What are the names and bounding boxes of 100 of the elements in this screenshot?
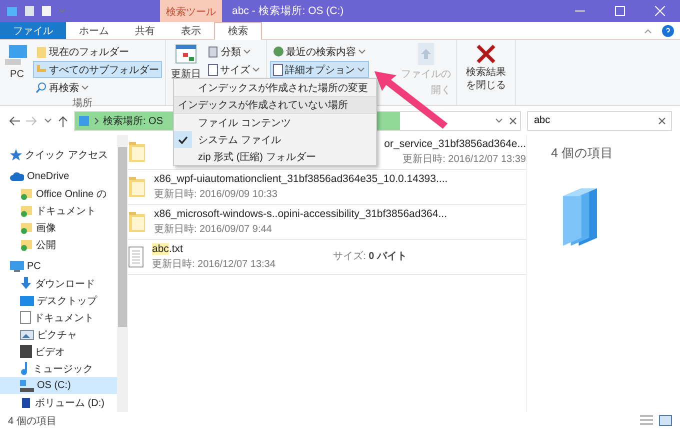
recent-locations-icon (44, 118, 52, 124)
large-icons-view-icon (659, 415, 672, 426)
file-name[interactable]: x86_microsoft-windows-s..opini-accessibility_31bf3856ad364... (154, 208, 447, 220)
window-icon (6, 5, 18, 17)
close-search-button[interactable]: 検索結果を閉じる (460, 43, 512, 105)
caret-icon (243, 48, 251, 54)
new-folder-icon (41, 5, 52, 17)
pc-button[interactable]: PC (3, 43, 31, 96)
folder-icon (128, 141, 146, 163)
folder-icon (128, 176, 146, 198)
nav-item[interactable]: デスクトップ (0, 292, 117, 309)
file-name[interactable]: or_service_31bf3856ad364e... (384, 138, 526, 150)
ribbon-tab[interactable]: ホーム (66, 22, 122, 39)
synced-folder-icon (20, 204, 33, 217)
dropdown-icon (495, 118, 503, 124)
breadcrumb-chevron-icon (94, 116, 99, 124)
size-button[interactable]: サイズ (205, 61, 263, 78)
nav-item[interactable]: ドキュメント (0, 202, 117, 219)
back-icon (8, 116, 20, 126)
cloud-icon (10, 171, 24, 182)
ribbon-tab[interactable]: 検索 (214, 22, 262, 40)
synced-folder-icon (20, 238, 33, 251)
folder-icon (128, 211, 146, 233)
kind-button[interactable]: 分類 (205, 43, 263, 60)
stacked-files-icon (563, 188, 597, 246)
monitor-icon (10, 261, 24, 272)
collapse-icon (644, 28, 652, 34)
nav-item[interactable]: クイック アクセス (0, 146, 117, 163)
close-x-icon (475, 43, 497, 65)
customize-icon (58, 8, 66, 14)
close-icon (655, 6, 665, 16)
drive-icon (20, 398, 32, 408)
location-icon (78, 114, 90, 126)
desktop-icon (20, 296, 34, 306)
scrollbar[interactable] (117, 135, 128, 412)
advanced-options-button[interactable]: 詳細オプション (270, 61, 369, 78)
status-text: 4 個の項目 (8, 414, 56, 428)
group-label: 場所 (72, 96, 94, 110)
nav-item[interactable]: ピクチャ (0, 326, 117, 343)
computer-icon (5, 43, 29, 67)
document-icon (208, 64, 218, 76)
star-icon (10, 148, 22, 160)
search-again-button[interactable]: 再検索 (33, 79, 162, 96)
scope-button[interactable]: すべてのサブフォルダー (33, 61, 162, 78)
nav-item[interactable]: ドキュメント (0, 309, 117, 326)
nav-item[interactable]: 画像 (0, 219, 117, 236)
file-size: サイズ: 0 バイト (333, 250, 407, 263)
context-tab-header: 検索ツール (160, 0, 222, 22)
menu-item[interactable]: zip 形式 (圧縮) フォルダー (174, 148, 376, 165)
document-icon (273, 64, 283, 76)
drive-icon (20, 380, 34, 392)
nav-item[interactable]: ボリューム (D:) (0, 394, 117, 411)
file-date: 更新日時: 2016/12/07 13:34 (152, 258, 276, 271)
nav-item[interactable]: ビデオ (0, 343, 117, 360)
calendar-icon (175, 43, 197, 65)
clear-icon (658, 116, 666, 124)
address-path[interactable]: 検索場所: OS (103, 114, 164, 128)
download-icon (20, 277, 32, 290)
file-date: 更新日時: 2016/09/07 9:44 (154, 222, 272, 236)
ribbon-tab[interactable]: 表示 (168, 22, 214, 39)
text-file-icon (128, 246, 144, 268)
search-icon (36, 82, 47, 93)
synced-folder-icon (20, 221, 33, 234)
caret-icon (252, 66, 260, 72)
nav-item[interactable]: PC (0, 258, 117, 275)
synced-folder-icon (20, 187, 33, 200)
nav-item[interactable]: ダウンロード (0, 275, 117, 292)
menu-item[interactable]: ファイル コンテンツ (174, 114, 376, 131)
nav-item[interactable]: OneDrive (0, 168, 117, 185)
music-note-icon (20, 362, 30, 376)
nav-item[interactable]: OS (C:) (0, 377, 117, 394)
scope-button[interactable]: 現在のフォルダー (33, 43, 162, 60)
maximize-icon (615, 6, 625, 16)
ribbon-tab[interactable]: ファイル (0, 22, 66, 39)
nav-item[interactable]: ミュージック (0, 360, 117, 377)
recent-searches-button[interactable]: 最近の検索内容 (270, 43, 369, 60)
kind-icon (208, 46, 219, 58)
caret-icon (358, 48, 366, 54)
check-icon (178, 136, 188, 144)
ribbon-tab[interactable]: 共有 (122, 22, 168, 39)
caret-icon (357, 66, 365, 72)
help-icon (662, 24, 674, 36)
file-name[interactable]: x86_wpf-uiautomationclient_31bf3856ad364e35_10.0.14393.... (154, 173, 448, 185)
picture-icon (20, 330, 34, 340)
forward-icon (26, 116, 38, 126)
file-date: 更新日時: 2016/12/07 13:39 (402, 152, 526, 166)
nav-item[interactable]: Office Online の (0, 185, 117, 202)
document-icon (20, 311, 31, 324)
up-icon (58, 114, 68, 126)
folder-icon (36, 46, 47, 58)
stop-icon (509, 116, 517, 124)
menu-item[interactable]: システム ファイル (174, 131, 376, 148)
search-field[interactable]: abc (527, 110, 672, 130)
recent-icon (273, 46, 284, 57)
file-date: 更新日時: 2016/09/09 10:33 (154, 188, 278, 201)
nav-item[interactable]: 公開 (0, 236, 117, 253)
item-count: 4 個の項目 (551, 145, 614, 162)
menu-item[interactable]: インデックスが作成された場所の変更 (174, 79, 376, 96)
window-title: abc - 検索場所: OS (C:) (231, 4, 345, 19)
details-view-icon (640, 415, 653, 426)
